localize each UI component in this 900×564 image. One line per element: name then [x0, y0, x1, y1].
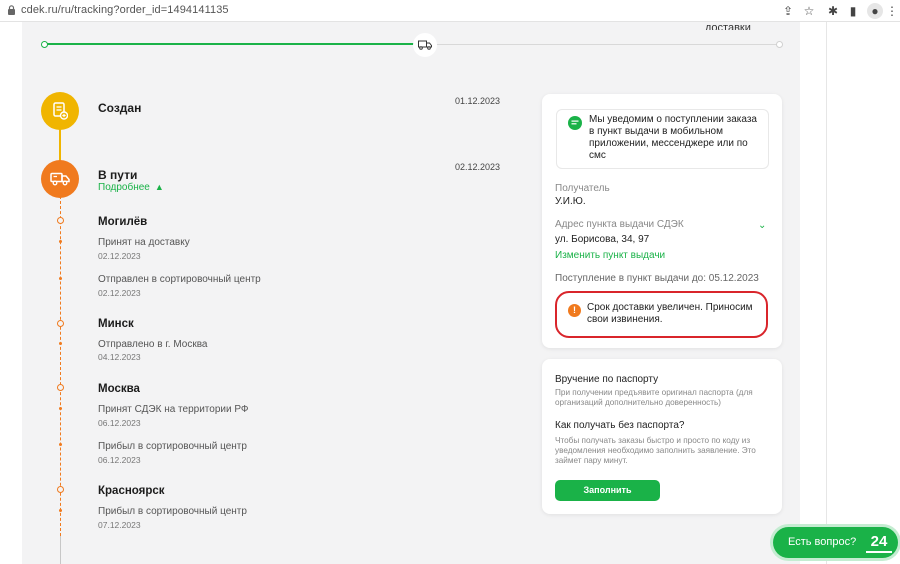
city-name-minsk: Минск — [98, 318, 134, 330]
event-date: 04.12.2023 — [98, 352, 141, 362]
created-stage-icon — [41, 92, 79, 130]
arrival-deadline: Поступление в пункт выдачи до: 05.12.202… — [555, 273, 759, 284]
event-dot — [59, 509, 62, 512]
event-dot — [59, 240, 62, 243]
city-marker — [57, 217, 64, 224]
stage-title-transit: В пути — [98, 168, 138, 182]
share-icon[interactable]: ⇪ — [780, 3, 796, 19]
message-icon — [568, 116, 582, 130]
no-passport-title: Как получать без паспорта? — [555, 420, 685, 431]
lock-icon — [8, 5, 15, 15]
change-pickup-link[interactable]: Изменить пункт выдачи — [555, 250, 665, 261]
transit-stage-icon — [41, 160, 79, 198]
truck-icon — [418, 40, 432, 50]
event-text: Принят на доставку — [98, 237, 190, 248]
truck-icon — [50, 172, 70, 186]
event-dot — [59, 443, 62, 446]
stage-title-created: Создан — [98, 101, 142, 115]
event-date: 02.12.2023 — [98, 251, 141, 261]
progress-start-dot — [41, 41, 48, 48]
passport-desc: При получении предъявите оригинал паспор… — [555, 388, 753, 407]
document-icon — [53, 102, 68, 120]
event-dot — [59, 407, 62, 410]
passport-title: Вручение по паспорту — [555, 374, 659, 385]
event-text: Отправлено в г. Москва — [98, 339, 208, 350]
fill-application-button[interactable]: Заполнить — [555, 480, 660, 501]
address-value: ул. Борисова, 34, 97 — [555, 234, 650, 245]
timeline-line-future — [60, 536, 61, 564]
menu-icon[interactable]: ⋮ — [884, 3, 900, 19]
cut-heading: доставки — [705, 22, 751, 30]
event-text: Прибыл в сортировочный центр — [98, 506, 247, 517]
recipient-label: Получатель — [555, 183, 610, 194]
city-marker — [57, 486, 64, 493]
city-marker — [57, 320, 64, 327]
more-details-toggle[interactable]: Подробнее ▲ — [98, 182, 164, 193]
event-date: 07.12.2023 — [98, 520, 141, 530]
event-text: Прибыл в сортировочный центр — [98, 441, 247, 452]
event-date: 06.12.2023 — [98, 455, 141, 465]
address-label: Адрес пункта выдачи СДЭК — [555, 219, 684, 230]
progress-truck — [413, 33, 437, 57]
sidebar-icon[interactable]: ▮ — [845, 3, 861, 19]
browser-toolbar: cdek.ru/ru/tracking?order_id=1494141135 … — [0, 0, 900, 22]
page-edge — [826, 22, 827, 564]
event-dot — [59, 277, 62, 280]
no-passport-desc: Чтобы получать заказы быстро и просто по… — [555, 436, 756, 465]
bitrix24-logo: 24 — [866, 531, 892, 553]
timeline-line-created — [59, 128, 61, 162]
stage-date-transit: 02.12.2023 — [455, 162, 501, 172]
recipient-value: У.И.Ю. — [555, 196, 586, 207]
delay-warning: Срок доставки увеличен. Приносим свои из… — [587, 302, 753, 325]
address-bar[interactable]: cdek.ru/ru/tracking?order_id=1494141135 — [21, 4, 229, 16]
city-marker — [57, 384, 64, 391]
event-text: Принят СДЭК на территории РФ — [98, 404, 249, 415]
progress-fill — [44, 43, 428, 45]
event-date: 06.12.2023 — [98, 418, 141, 428]
puzzle-icon[interactable]: ✱ — [825, 3, 841, 19]
event-text: Отправлен в сортировочный центр — [98, 274, 261, 285]
city-name-krasnoyarsk: Красноярск — [98, 485, 165, 497]
city-name-mogilev: Могилёв — [98, 216, 148, 228]
more-details-label: Подробнее — [98, 182, 150, 193]
stage-date-created: 01.12.2023 — [455, 96, 501, 106]
progress-end-dot — [776, 41, 783, 48]
event-date: 02.12.2023 — [98, 288, 141, 298]
chevron-up-icon: ▲ — [154, 182, 164, 192]
city-name-moscow: Москва — [98, 383, 140, 395]
chat-label: Есть вопрос? — [788, 536, 857, 548]
event-dot — [59, 342, 62, 345]
star-icon[interactable]: ☆ — [801, 3, 817, 19]
warning-icon: ! — [568, 304, 581, 317]
notice-text: Мы уведомим о поступлении заказа в пункт… — [589, 114, 757, 161]
profile-icon[interactable]: ● — [867, 3, 883, 19]
timeline-line-transit — [60, 196, 61, 536]
chevron-down-icon[interactable]: ⌄ — [758, 220, 766, 231]
